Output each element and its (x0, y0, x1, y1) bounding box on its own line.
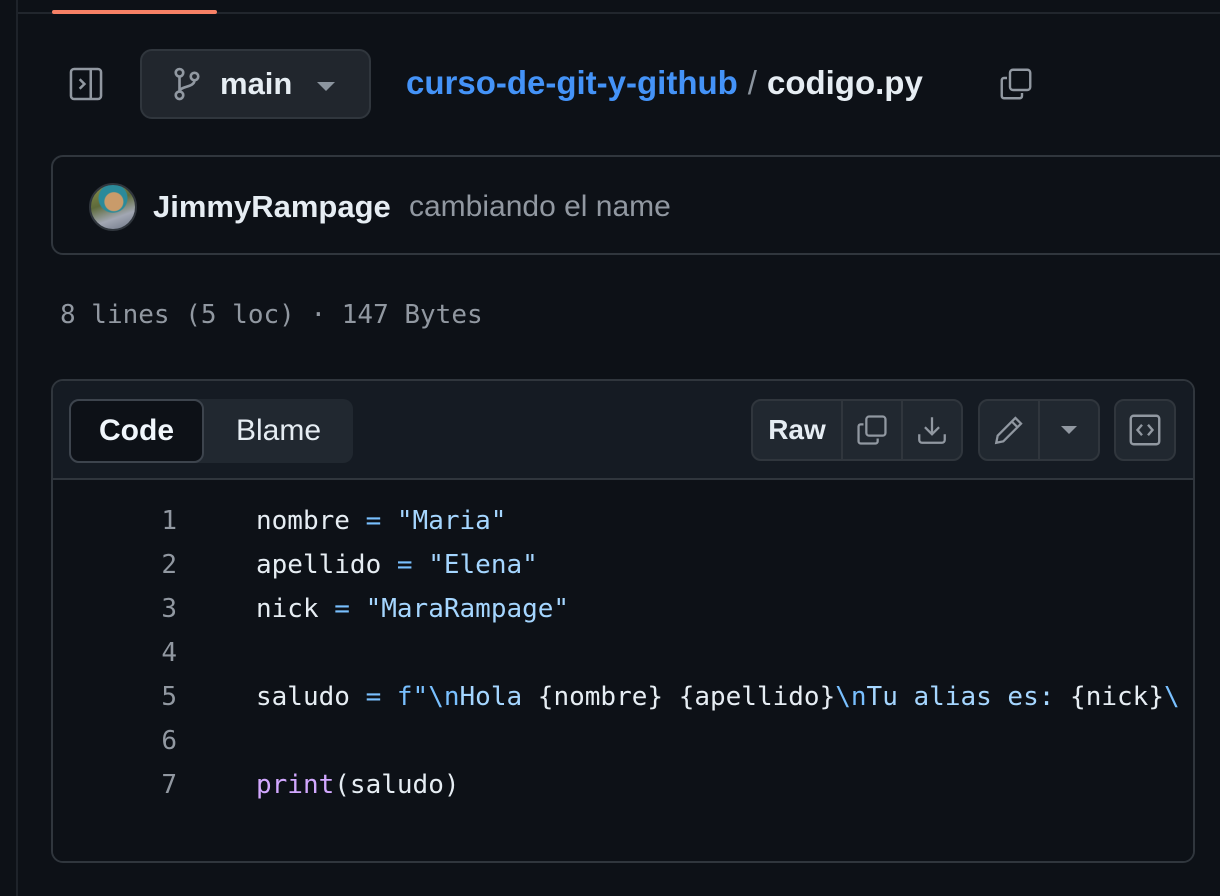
breadcrumb-separator: / (747, 64, 757, 101)
tab-blame[interactable]: Blame (204, 399, 353, 463)
line-number[interactable]: 4 (53, 638, 177, 668)
raw-button[interactable]: Raw (753, 401, 843, 459)
download-icon[interactable] (903, 401, 961, 459)
caret-down-icon (1061, 426, 1077, 434)
code-token: "Maria" (396, 506, 507, 536)
code-token: \n (428, 682, 460, 712)
copy-icon[interactable] (843, 401, 903, 459)
code-token: {nombre} (537, 682, 664, 712)
code-token: = (334, 594, 350, 624)
branch-selector-button[interactable]: main (140, 49, 371, 119)
line-number[interactable]: 6 (53, 726, 177, 756)
code-token: "MaraRampage" (365, 594, 570, 624)
code-token: = (365, 682, 382, 712)
code-line: 7 print(saludo) (53, 762, 1193, 806)
commit-message[interactable]: cambiando el name (409, 190, 671, 224)
line-number[interactable]: 5 (53, 682, 177, 712)
breadcrumb: curso-de-git-y-github / codigo.py (406, 64, 923, 102)
line-content: apellido = "Elena" (256, 550, 538, 580)
line-content: print(saludo) (256, 770, 460, 800)
code-viewer-toolbar: Code Blame Raw (53, 381, 1193, 480)
code-line: 2 apellido = "Elena" (53, 542, 1193, 586)
code-square-icon[interactable] (1114, 399, 1176, 461)
raw-button-group: Raw (751, 399, 963, 461)
code-token: print (256, 770, 335, 800)
line-number[interactable]: 3 (53, 594, 177, 624)
file-name: codigo.py (766, 64, 923, 101)
edit-options-button[interactable] (1040, 401, 1098, 459)
active-tab-underline (52, 10, 217, 14)
code-line: 6 (53, 718, 1193, 762)
pencil-icon[interactable] (980, 401, 1040, 459)
copy-icon[interactable] (996, 64, 1036, 104)
code-token: Tu alias es: (866, 682, 1071, 712)
line-number[interactable]: 1 (53, 506, 177, 536)
code-token: = (396, 550, 413, 580)
code-token: \n (835, 682, 867, 712)
file-meta: 8 lines (5 loc) · 147 Bytes (60, 300, 483, 330)
file-header: main curso-de-git-y-github / codigo.py (52, 48, 1220, 120)
code-body: 1 nombre = "Maria" 2 apellido = "Elena" 3 nic… (53, 480, 1193, 861)
code-token: saludo (256, 682, 366, 712)
sidebar-toggle-icon[interactable] (66, 64, 106, 104)
code-token: nombre (256, 506, 366, 536)
code-token: = (365, 506, 382, 536)
code-token: apellido (256, 550, 397, 580)
code-line: 5 saludo = f"\nHola {nombre} {apellido}\n… (53, 674, 1193, 718)
code-token: (saludo) (334, 770, 460, 800)
line-content: nombre = "Maria" (256, 506, 506, 536)
code-token: {apellido} (678, 682, 836, 712)
line-number[interactable]: 2 (53, 550, 177, 580)
avatar[interactable] (89, 183, 137, 231)
code-token: \ (1163, 682, 1180, 712)
code-viewer: Code Blame Raw 1 nombre = "Maria" 2 apel… (51, 379, 1195, 863)
edit-button-group (978, 399, 1100, 461)
code-line: 3 nick = "MaraRampage" (53, 586, 1193, 630)
code-token: Hola (459, 682, 538, 712)
branch-name: main (220, 66, 293, 101)
left-divider (16, 0, 18, 896)
code-token: "Elena" (428, 550, 538, 580)
code-token: {nick} (1070, 682, 1164, 712)
view-mode-toggle: Code Blame (69, 399, 353, 463)
git-branch-icon (170, 67, 204, 101)
code-token: nick (256, 594, 335, 624)
commit-author[interactable]: JimmyRampage (153, 189, 391, 225)
latest-commit-box: JimmyRampage cambiando el name (51, 155, 1220, 255)
repo-link[interactable]: curso-de-git-y-github (406, 64, 738, 102)
caret-down-icon (317, 82, 335, 91)
code-token: f" (396, 682, 429, 712)
tab-code[interactable]: Code (69, 399, 204, 463)
line-number[interactable]: 7 (53, 770, 177, 800)
code-line: 1 nombre = "Maria" (53, 498, 1193, 542)
line-content: nick = "MaraRampage" (256, 594, 569, 624)
code-line: 4 (53, 630, 1193, 674)
line-content: saludo = f"\nHola {nombre} {apellido}\nT… (256, 682, 1180, 712)
